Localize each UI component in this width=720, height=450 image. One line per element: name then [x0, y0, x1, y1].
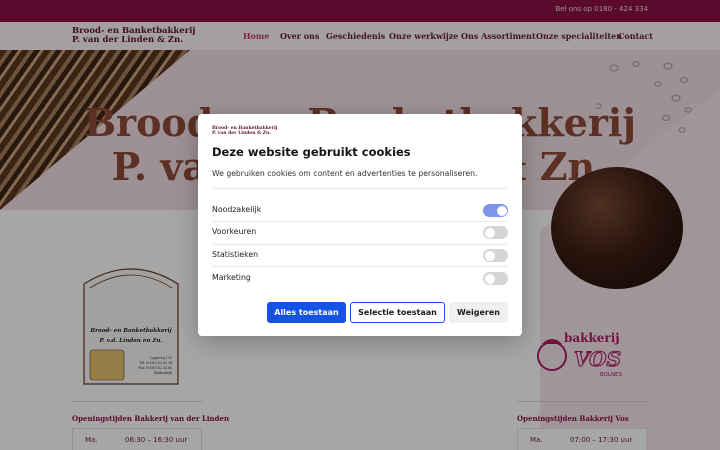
toggle-marketing[interactable]	[483, 272, 508, 285]
dialog-logo: Brood- en Banketbakkerij P. van der Lind…	[212, 126, 277, 136]
toggle-knob	[484, 250, 495, 261]
option-label-noodzakelijk: Noodzakelijk	[212, 205, 262, 214]
deny-button[interactable]: Weigeren	[449, 302, 508, 323]
toggle-voorkeuren[interactable]	[483, 226, 508, 239]
option-divider	[212, 244, 508, 245]
accept-selection-button[interactable]: Selectie toestaan	[350, 302, 445, 323]
dialog-title: Deze website gebruikt cookies	[212, 145, 411, 159]
dialog-logo-line-2: P. van der Linden & Zn.	[212, 131, 271, 136]
cookie-consent-dialog: Brood- en Banketbakkerij P. van der Lind…	[198, 114, 522, 336]
option-divider	[212, 221, 508, 222]
option-divider	[212, 266, 508, 267]
dialog-divider	[212, 188, 508, 189]
toggle-knob	[484, 227, 495, 238]
toggle-knob	[484, 273, 495, 284]
option-label-marketing: Marketing	[212, 273, 251, 282]
toggle-noodzakelijk[interactable]	[483, 204, 508, 217]
dialog-description: We gebruiken cookies om content en adver…	[212, 169, 478, 178]
option-label-voorkeuren: Voorkeuren	[212, 227, 257, 236]
option-label-statistieken: Statistieken	[212, 250, 259, 259]
toggle-statistieken[interactable]	[483, 249, 508, 262]
accept-all-button[interactable]: Alles toestaan	[267, 302, 346, 323]
toggle-knob	[496, 205, 507, 216]
